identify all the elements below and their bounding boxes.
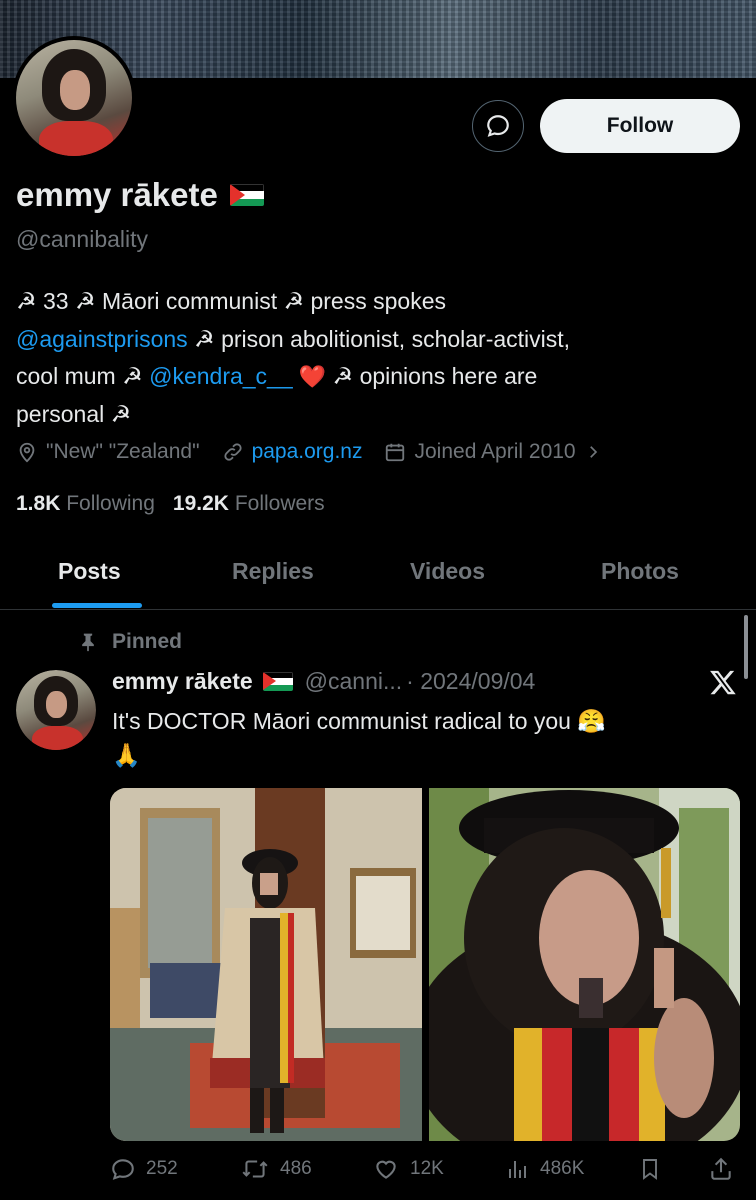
profile-location: "New" "Zealand"	[16, 440, 200, 464]
repost-count: 486	[280, 1158, 312, 1179]
like-action[interactable]: 12K	[372, 1156, 444, 1182]
bookmark-icon	[643, 1159, 657, 1180]
profile-bio: ☭ 33 ☭ Māori communist ☭ press spokes @a…	[16, 283, 746, 433]
like-icon	[376, 1160, 396, 1179]
following-count-link[interactable]: 1.8K Following	[16, 492, 155, 516]
followers-label: Followers	[234, 492, 325, 515]
profile-joined[interactable]: Joined April 2010	[384, 440, 601, 464]
bio-line-2: @againstprisons ☭ prison abolitionist, s…	[16, 321, 746, 359]
scrollbar[interactable]	[744, 615, 748, 679]
post-text-line-1: It's DOCTOR Māori communist radical to y…	[112, 708, 607, 734]
views-icon	[509, 1161, 526, 1178]
repost-action[interactable]: 486	[240, 1156, 312, 1182]
bio-line-3-text: cool mum ☭	[16, 363, 150, 389]
location-icon	[19, 442, 35, 463]
bio-line-3-rest: ☭ opinions here are	[326, 363, 538, 389]
tab-replies[interactable]: Replies	[232, 558, 314, 585]
tab-photos[interactable]: Photos	[601, 558, 679, 585]
share-icon	[711, 1157, 731, 1180]
profile-name-row: emmy rākete	[16, 176, 264, 214]
post-author-handle[interactable]: @canni...	[305, 668, 403, 695]
share-action[interactable]	[708, 1156, 734, 1182]
website-link[interactable]: papa.org.nz	[252, 440, 363, 464]
pinned-label: Pinned	[112, 630, 183, 653]
followers-count-link[interactable]: 19.2K Followers	[173, 492, 325, 516]
x-logo-icon	[710, 670, 736, 695]
followers-count: 19.2K	[172, 492, 229, 515]
location-text: "New" "Zealand"	[46, 440, 200, 463]
calendar-icon	[386, 443, 405, 462]
pinned-label-row: Pinned	[78, 630, 182, 654]
profile-name: emmy rākete	[16, 176, 218, 213]
follow-button[interactable]: Follow	[540, 99, 740, 153]
bio-line-3: cool mum ☭ @kendra_c__ ❤️ ☭ opinions her…	[16, 358, 746, 396]
palestine-flag-icon	[229, 184, 264, 206]
message-button[interactable]	[472, 100, 524, 152]
views-action[interactable]: 486K	[506, 1156, 584, 1182]
profile-avatar[interactable]	[12, 36, 136, 160]
pin-icon	[82, 633, 94, 652]
chevron-right-icon	[589, 446, 597, 458]
reply-icon	[112, 1159, 134, 1180]
reply-count: 252	[146, 1158, 178, 1179]
views-count: 486K	[540, 1158, 585, 1179]
profile-tabs: Posts Replies Videos Photos	[0, 548, 756, 610]
bookmark-action[interactable]	[638, 1156, 662, 1182]
reply-action[interactable]: 252	[110, 1156, 178, 1182]
post-author-name[interactable]: emmy rākete	[112, 668, 253, 695]
bio-line-1: ☭ 33 ☭ Māori communist ☭ press spokes	[16, 288, 446, 314]
follow-counts: 1.8K Following 19.2K Followers	[16, 492, 325, 516]
post-actions: 252 486 12K 486K	[110, 1150, 740, 1190]
profile-website[interactable]: papa.org.nz	[222, 440, 363, 464]
joined-text: Joined April 2010	[414, 440, 576, 463]
post-header: emmy rākete @canni... · 2024/09/04	[112, 668, 535, 695]
post-author-avatar[interactable]	[16, 670, 96, 750]
tab-videos[interactable]: Videos	[410, 558, 485, 585]
following-count: 1.8K	[16, 492, 61, 515]
bio-line-4: personal ☭	[16, 400, 132, 427]
post-photo-1[interactable]	[110, 788, 422, 1141]
profile-meta: "New" "Zealand" papa.org.nz Joined April…	[16, 440, 602, 464]
message-icon	[487, 115, 509, 137]
bio-line-2-text: ☭ prison abolitionist, scholar-activist,	[187, 325, 571, 352]
bio-mention-againstprisons[interactable]: @againstprisons	[16, 326, 188, 352]
post-date[interactable]: · 2024/09/04	[406, 668, 535, 695]
like-count: 12K	[410, 1158, 444, 1179]
red-heart-icon: ❤️	[292, 364, 327, 389]
link-icon	[223, 443, 242, 461]
post-text-line-2: 🙏	[112, 742, 141, 768]
repost-icon	[242, 1160, 268, 1178]
palestine-flag-icon	[262, 672, 293, 691]
profile-handle: @cannibality	[16, 226, 149, 252]
post-text: It's DOCTOR Māori communist radical to y…	[112, 704, 742, 772]
following-label: Following	[66, 492, 155, 515]
tab-posts[interactable]: Posts	[58, 558, 121, 585]
active-tab-indicator	[52, 603, 142, 608]
bio-mention-kendra[interactable]: @kendra_c__	[149, 363, 293, 389]
post-photo-2[interactable]	[429, 788, 740, 1141]
